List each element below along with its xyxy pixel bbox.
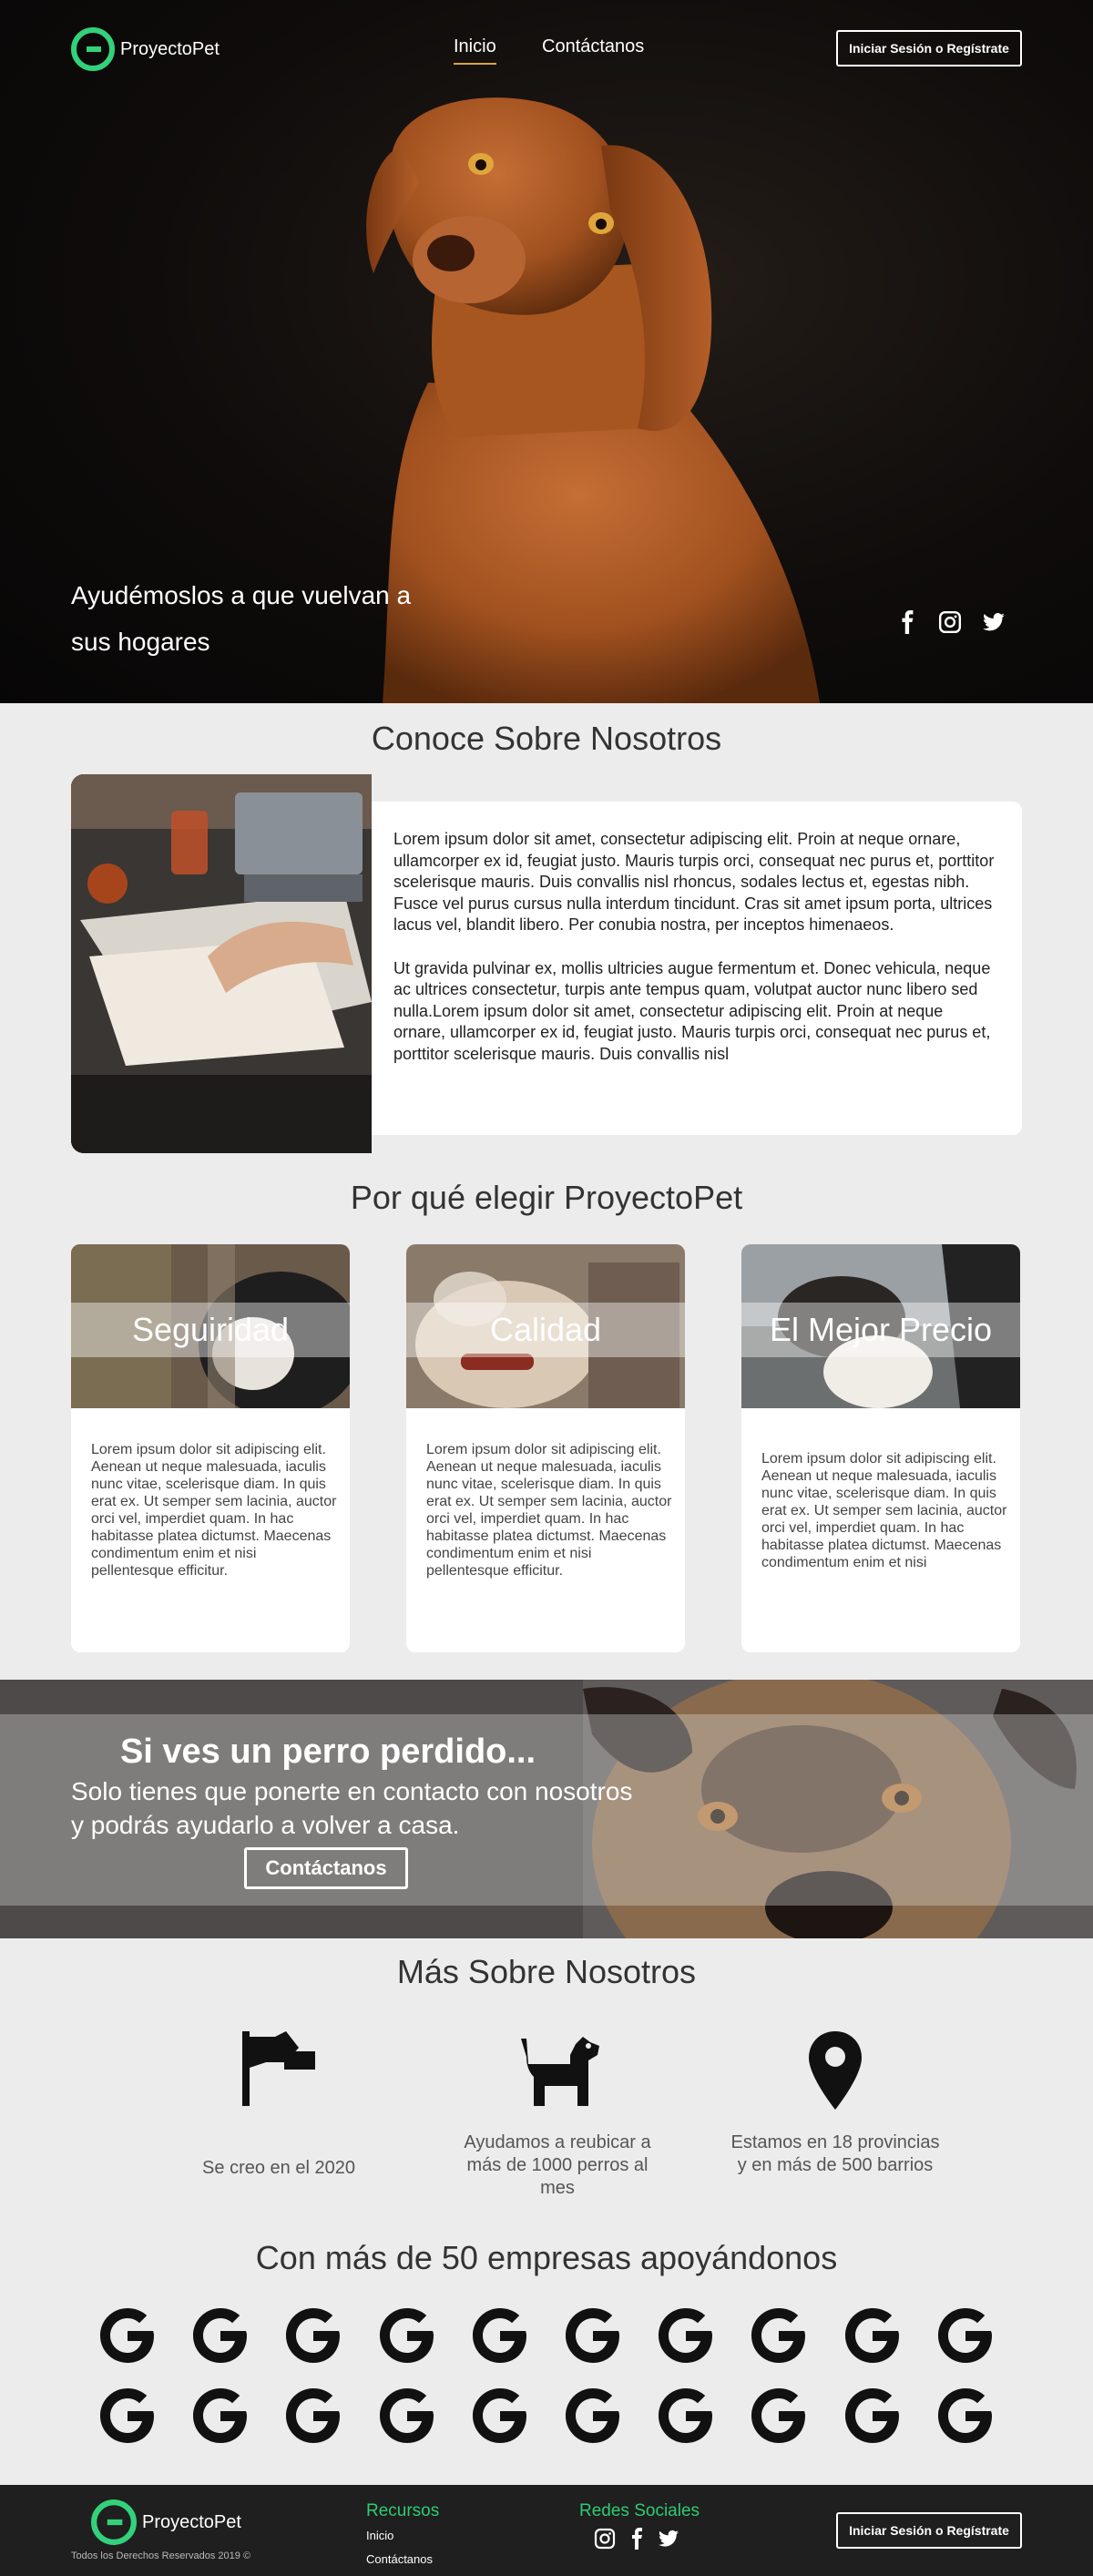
- footer-brand-name: ProyectoPet: [142, 2511, 241, 2532]
- about-paragraph-2: Ut gravida pulvinar ex, mollis ultricies…: [393, 958, 991, 1063]
- feature-text: Se creo en el 2020: [202, 2158, 355, 2178]
- footer-resources-heading: Recursos: [366, 2501, 440, 2520]
- why-card-title: Calidad: [406, 1303, 685, 1357]
- facebook-icon[interactable]: [627, 2528, 649, 2550]
- why-title: Por qué elegir ProyectoPet: [350, 1179, 743, 1216]
- instagram-icon[interactable]: [594, 2528, 616, 2550]
- why-card-text: Lorem ipsum dolor sit adipiscing elit. A…: [91, 1442, 337, 1579]
- google-g-icon: [193, 2388, 248, 2443]
- twitter-icon[interactable]: [658, 2528, 679, 2550]
- login-register-button[interactable]: Iniciar Sesión o Regístrate: [836, 30, 1022, 66]
- lost-dog-banner: Si ves un perro perdido... Solo tienes q…: [0, 1680, 1093, 1938]
- copyright-text: Todos los Derechos Reservados 2019 ©: [71, 2550, 251, 2561]
- why-card-text: Lorem ipsum dolor sit adipiscing elit. A…: [426, 1442, 672, 1579]
- about-title: Conoce Sobre Nosotros: [371, 720, 722, 757]
- google-g-icon: [844, 2388, 899, 2443]
- google-g-icon: [937, 2308, 992, 2363]
- feature-text: Ayudamos a reubicar a más de 1000 perros…: [464, 2132, 651, 2198]
- why-card-calidad: Calidad Lorem ipsum dolor sit adipiscing…: [406, 1244, 685, 1652]
- nav-link-inicio[interactable]: Inicio: [454, 36, 496, 65]
- dog-icon: [521, 2037, 599, 2106]
- google-g-icon: [751, 2308, 806, 2363]
- why-card-seguridad: Seguiridad Lorem ipsum dolor sit adipisc…: [71, 1244, 350, 1652]
- location-pin-icon: [809, 2031, 862, 2110]
- google-g-icon: [100, 2388, 154, 2443]
- footer: ProyectoPet Todos los Derechos Reservado…: [0, 2485, 1093, 2576]
- about-photo: [71, 774, 372, 1153]
- google-g-icon: [472, 2388, 526, 2443]
- hero-section: ProyectoPet Inicio Contáctanos Iniciar S…: [0, 0, 1093, 703]
- logo-icon: [71, 27, 115, 71]
- facebook-icon[interactable]: [896, 610, 920, 634]
- why-card-mejor-precio: El Mejor Precio Lorem ipsum dolor sit ad…: [741, 1244, 1020, 1652]
- logo-icon: [91, 2499, 137, 2545]
- google-g-icon: [659, 2308, 713, 2363]
- why-card-text: Lorem ipsum dolor sit adipiscing elit. A…: [761, 1451, 1007, 1570]
- footer-social-heading: Redes Sociales: [579, 2501, 700, 2520]
- google-g-icon: [659, 2388, 713, 2443]
- google-g-icon: [379, 2308, 434, 2363]
- google-g-icon: [844, 2308, 899, 2363]
- footer-link-contactanos[interactable]: Contáctanos: [366, 2552, 433, 2566]
- more-title: Más Sobre Nosotros: [396, 1953, 697, 1990]
- top-navigation: ProyectoPet Inicio Contáctanos Iniciar S…: [0, 0, 1093, 100]
- google-g-icon: [193, 2308, 248, 2363]
- twitter-icon[interactable]: [982, 610, 1006, 634]
- banner-subtitle: Solo tienes que ponerte en contacto con …: [71, 1777, 633, 1839]
- google-g-icon: [379, 2388, 434, 2443]
- google-g-icon: [937, 2388, 992, 2443]
- hero-tagline: Ayudémoslos a que vuelvan a sus hogares: [71, 581, 412, 656]
- footer-brand-logo[interactable]: ProyectoPet: [91, 2499, 241, 2545]
- footer-link-inicio[interactable]: Inicio: [366, 2529, 393, 2542]
- google-g-icon: [286, 2388, 341, 2443]
- feature-text: Estamos en 18 provincias y en más de 500…: [730, 2132, 940, 2175]
- brand-name: ProyectoPet: [120, 38, 220, 59]
- about-paragraph-1: Lorem ipsum dolor sit amet, consectetur …: [393, 830, 995, 934]
- google-g-icon: [472, 2308, 526, 2363]
- banner-title: Si ves un perro perdido...: [119, 1733, 536, 1771]
- google-g-icon: [751, 2388, 806, 2443]
- why-card-title: Seguiridad: [71, 1303, 350, 1357]
- nav-link-contactanos[interactable]: Contáctanos: [542, 36, 644, 57]
- about-text-card: Lorem ipsum dolor sit amet, consectetur …: [372, 802, 1022, 1135]
- instagram-icon[interactable]: [938, 610, 962, 634]
- google-g-icon: [100, 2308, 154, 2363]
- why-card-title: El Mejor Precio: [741, 1303, 1020, 1357]
- google-g-icon: [566, 2308, 619, 2363]
- partners-title: Con más de 50 empresas apoyándonos: [255, 2239, 838, 2276]
- google-g-icon: [286, 2308, 341, 2363]
- google-g-icon: [566, 2388, 619, 2443]
- banner-contact-button[interactable]: Contáctanos: [244, 1847, 408, 1889]
- brand-logo[interactable]: ProyectoPet: [71, 27, 220, 71]
- footer-login-register-button[interactable]: Iniciar Sesión o Regístrate: [836, 2512, 1022, 2549]
- flag-icon: [242, 2031, 315, 2106]
